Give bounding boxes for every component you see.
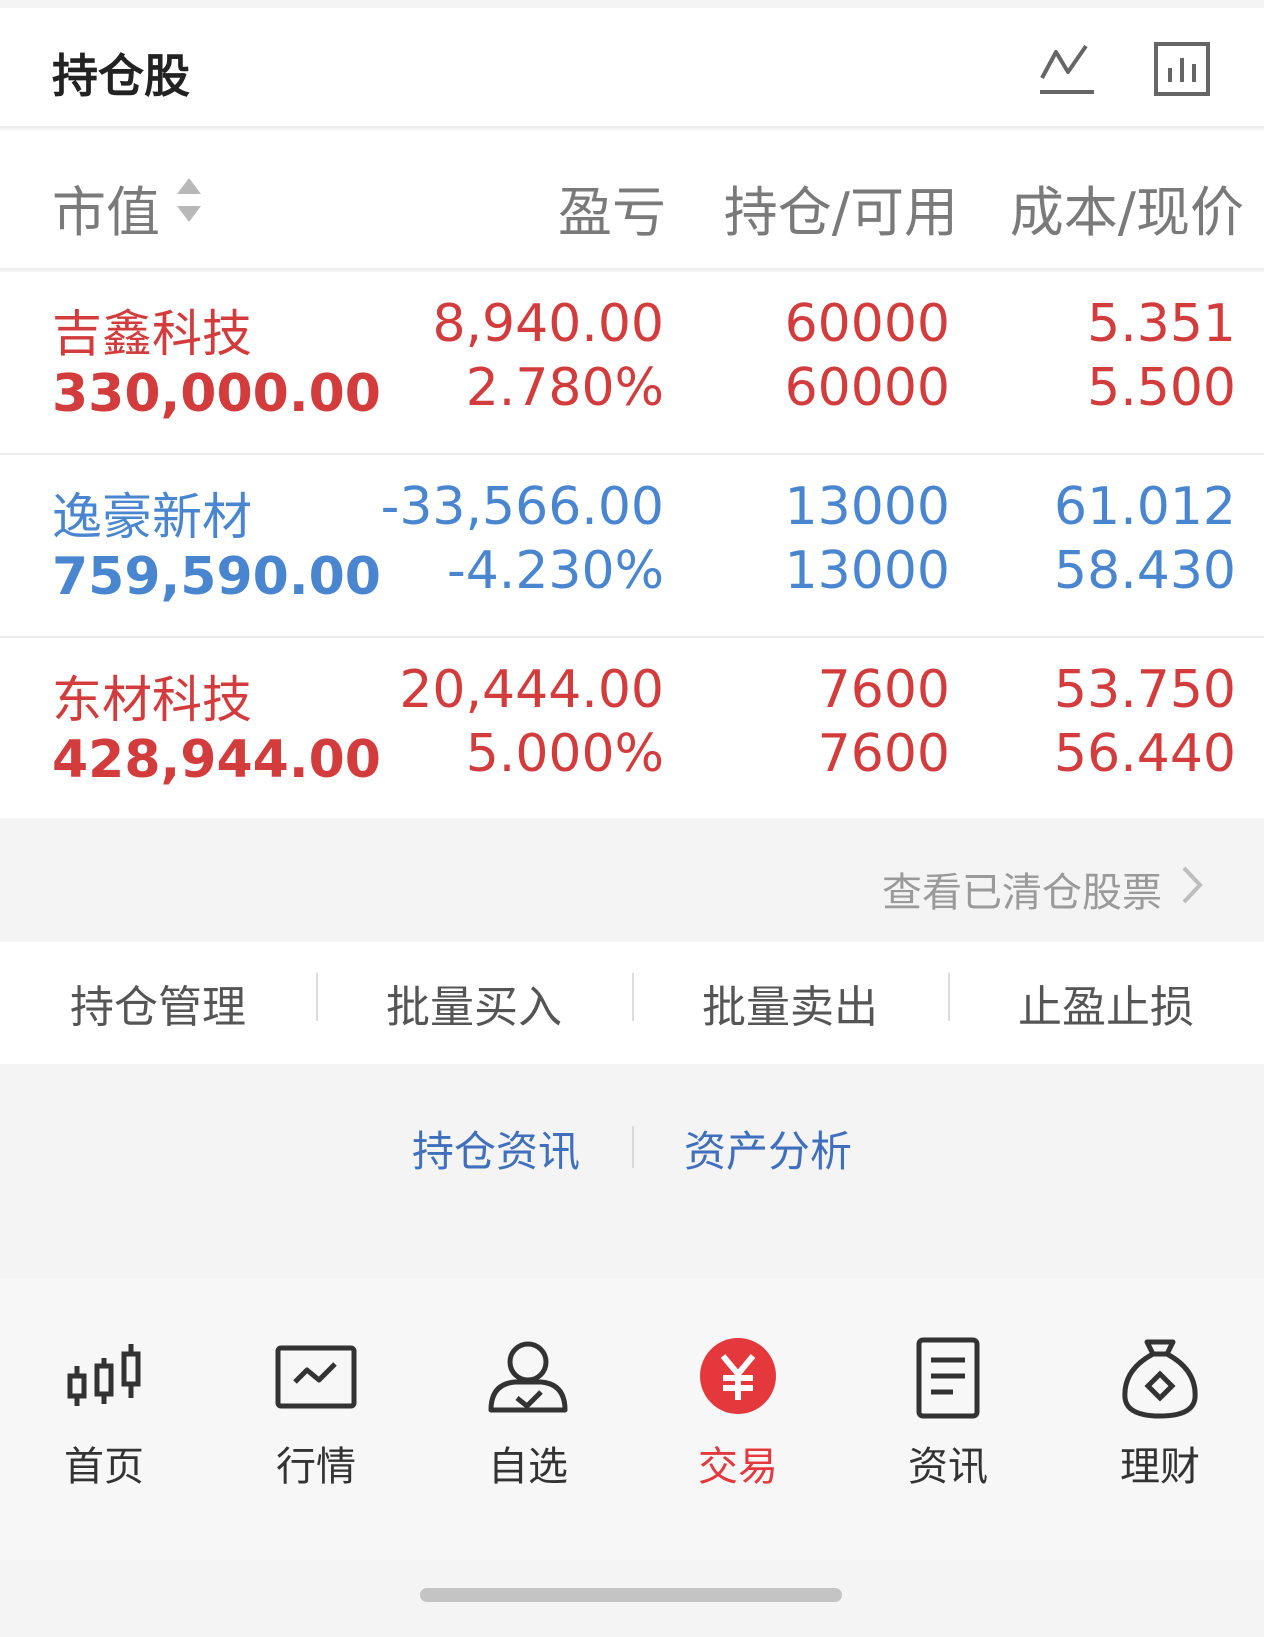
position-management-button[interactable]: 持仓管理 xyxy=(0,971,316,1035)
market-value: 428,944.00 xyxy=(52,730,381,790)
pnl-percent: 5.000% xyxy=(465,724,664,784)
market-value: 759,590.00 xyxy=(52,547,381,607)
nav-news[interactable]: 资讯 xyxy=(878,1336,1018,1492)
asset-analysis-link[interactable]: 资产分析 xyxy=(684,1118,852,1179)
pnl-amount: -33,566.00 xyxy=(380,477,664,537)
stock-name: 吉鑫科技 xyxy=(52,305,252,363)
current-price: 58.430 xyxy=(1054,541,1236,601)
page-title: 持仓股 xyxy=(52,49,190,103)
nav-home[interactable]: 首页 xyxy=(34,1336,174,1492)
column-pnl: 盈亏 xyxy=(558,181,666,244)
stock-name: 东材科技 xyxy=(52,671,252,729)
nav-label: 行情 xyxy=(276,1444,356,1490)
column-cost-price: 成本/现价 xyxy=(1009,181,1244,244)
pnl-amount: 8,940.00 xyxy=(432,294,664,354)
candlestick-icon xyxy=(67,1344,141,1406)
holding-row[interactable]: 逸豪新材 759,590.00 -33,566.00 -4.230% 13000… xyxy=(0,455,1264,638)
cost-price: 5.351 xyxy=(1087,294,1236,354)
column-header-row: 市值 盈亏 持仓/可用 成本/现价 xyxy=(0,130,1264,270)
position-qty: 13000 xyxy=(784,477,950,537)
yuan-icon xyxy=(700,1338,776,1414)
nav-market[interactable]: 行情 xyxy=(246,1336,386,1492)
available-qty: 13000 xyxy=(784,541,950,601)
holdings-list: 吉鑫科技 330,000.00 8,940.00 2.780% 60000 60… xyxy=(0,272,1264,818)
nav-label: 资讯 xyxy=(908,1444,988,1490)
position-qty: 7600 xyxy=(817,660,950,720)
column-market-value[interactable]: 市值 xyxy=(52,168,160,247)
holding-row[interactable]: 东材科技 428,944.00 20,444.00 5.000% 7600 76… xyxy=(0,638,1264,818)
header-bar: 持仓股 xyxy=(0,8,1264,128)
holdings-page: 持仓股 市值 盈亏 持仓/可用 成本/现价 吉鑫科技 330,000.00 8,… xyxy=(0,0,1264,1637)
document-icon xyxy=(916,1337,980,1419)
nav-label: 交易 xyxy=(698,1444,778,1490)
holdings-news-link[interactable]: 持仓资讯 xyxy=(412,1118,580,1179)
nav-trade[interactable]: 交易 xyxy=(668,1336,808,1492)
cleared-stocks-bar: 查看已清仓股票 xyxy=(0,822,1264,942)
links-bar: 持仓资讯 资产分析 xyxy=(0,1064,1264,1274)
take-profit-stop-loss-button[interactable]: 止盈止损 xyxy=(948,971,1264,1035)
cost-price: 53.750 xyxy=(1054,660,1236,720)
batch-buy-button[interactable]: 批量买入 xyxy=(316,971,632,1035)
bottom-nav: 首页 行情 自选 交易 资讯 理财 xyxy=(0,1278,1264,1560)
user-check-icon xyxy=(488,1341,568,1413)
available-qty: 7600 xyxy=(817,724,950,784)
chevron-right-icon[interactable] xyxy=(1176,862,1206,908)
market-value: 330,000.00 xyxy=(52,364,381,424)
home-indicator[interactable] xyxy=(420,1588,842,1602)
market-chart-icon xyxy=(275,1345,357,1409)
cost-price: 61.012 xyxy=(1054,477,1236,537)
available-qty: 60000 xyxy=(784,358,950,418)
sort-icon[interactable] xyxy=(174,174,204,226)
nav-label: 自选 xyxy=(488,1444,568,1490)
nav-wealth[interactable]: 理财 xyxy=(1090,1336,1230,1492)
nav-label: 理财 xyxy=(1120,1444,1200,1490)
money-bag-icon xyxy=(1122,1339,1198,1419)
column-position: 持仓/可用 xyxy=(723,181,958,244)
pnl-percent: 2.780% xyxy=(465,358,664,418)
stock-name: 逸豪新材 xyxy=(52,488,252,546)
pnl-percent: -4.230% xyxy=(446,541,664,601)
nav-label: 首页 xyxy=(64,1444,144,1490)
link-divider xyxy=(632,1126,634,1168)
nav-watchlist[interactable]: 自选 xyxy=(458,1336,598,1492)
batch-sell-button[interactable]: 批量卖出 xyxy=(632,971,948,1035)
line-chart-icon[interactable] xyxy=(1036,38,1098,100)
current-price: 5.500 xyxy=(1087,358,1236,418)
bar-chart-icon[interactable] xyxy=(1152,38,1214,100)
holding-row[interactable]: 吉鑫科技 330,000.00 8,940.00 2.780% 60000 60… xyxy=(0,272,1264,455)
pnl-amount: 20,444.00 xyxy=(399,660,664,720)
action-bar: 持仓管理 批量买入 批量卖出 止盈止损 xyxy=(0,942,1264,1064)
position-qty: 60000 xyxy=(784,294,950,354)
current-price: 56.440 xyxy=(1054,724,1236,784)
view-cleared-stocks-link[interactable]: 查看已清仓股票 xyxy=(882,860,1162,918)
